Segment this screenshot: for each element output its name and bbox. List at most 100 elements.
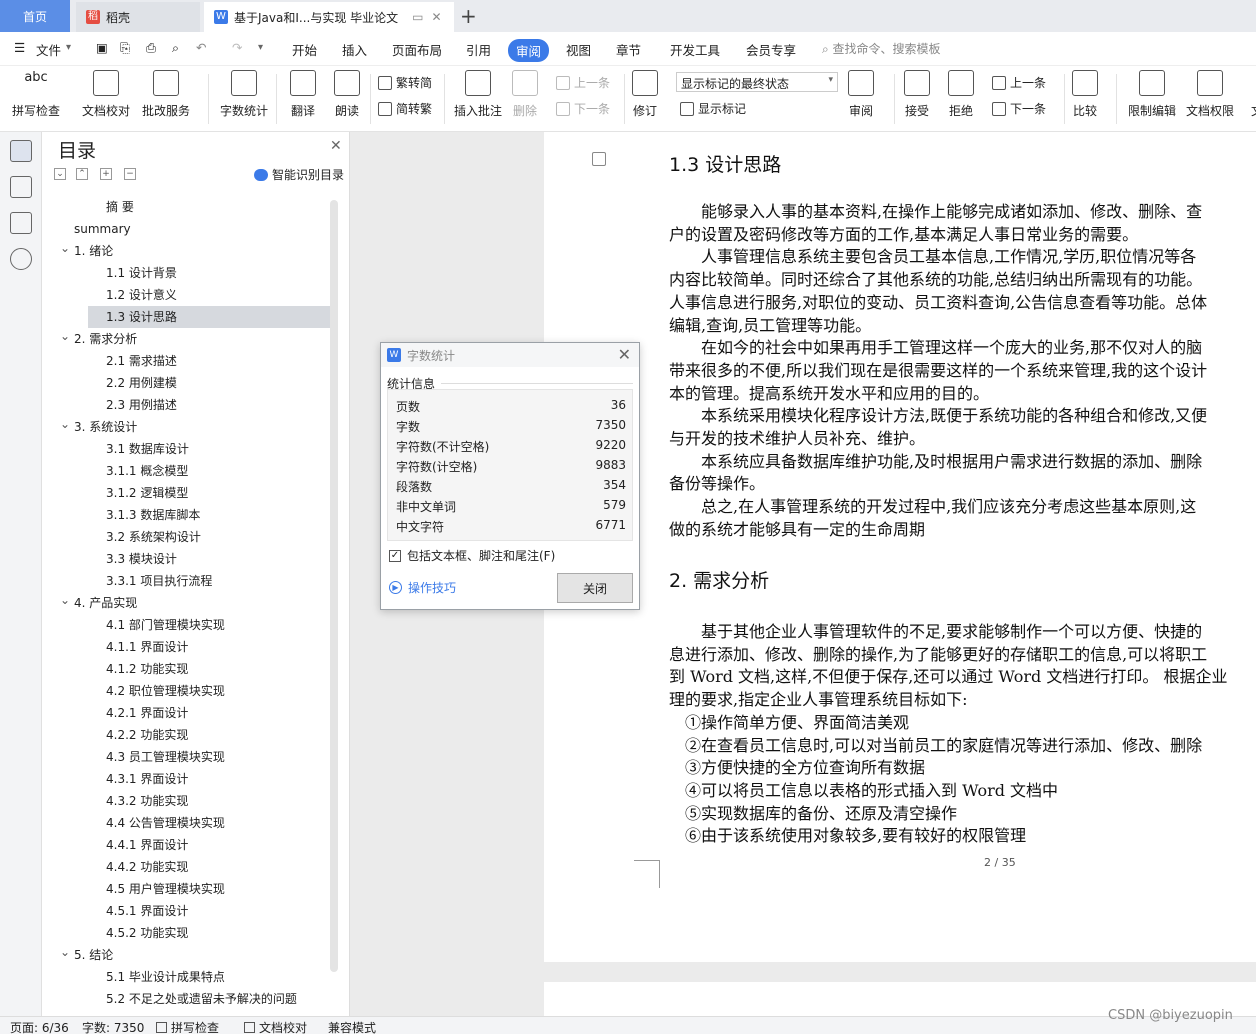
menu-reference[interactable]: 引用 xyxy=(466,40,491,59)
menu-start[interactable]: 开始 xyxy=(292,40,317,59)
toc-item[interactable]: 摘 要 xyxy=(106,196,134,218)
menu-insert[interactable]: 插入 xyxy=(342,40,367,59)
add-entry-icon[interactable]: + xyxy=(100,168,112,180)
structure-nav-icon[interactable] xyxy=(10,176,32,198)
spell-check-status[interactable]: 拼写检查 xyxy=(156,1019,219,1036)
simp-to-trad-button[interactable]: 简转繁 xyxy=(378,100,432,117)
toc-item[interactable]: 2.2 用例建模 xyxy=(106,372,177,394)
toc-item[interactable]: 5.2 不足之处或遗留未予解决的问题 xyxy=(106,988,297,1004)
document-page[interactable]: 1.3 设计思路 能够录入人事的基本资料,在操作上能够完成诸如添加、修改、删除、… xyxy=(544,132,1256,962)
toc-item[interactable]: 4. 产品实现 xyxy=(74,592,137,614)
toc-item[interactable]: 3.1.2 逻辑模型 xyxy=(106,482,188,504)
toc-item[interactable]: 5.1 毕业设计成果特点 xyxy=(106,966,225,988)
markup-mode-select[interactable]: 显示标记的最终状态 ▾ xyxy=(676,72,838,92)
word-count-indicator[interactable]: 字数: 7350 xyxy=(82,1019,144,1036)
toc-item[interactable]: 4.3 员工管理模块实现 xyxy=(106,746,225,768)
toc-item[interactable]: 3. 系统设计 xyxy=(74,416,137,438)
chevron-down-icon[interactable]: ⌄ xyxy=(60,589,70,611)
toc-item[interactable]: 2.3 用例描述 xyxy=(106,394,177,416)
collapse-all-icon[interactable]: ⌄ xyxy=(54,168,66,180)
toc-item[interactable]: 4.5 用户管理模块实现 xyxy=(106,878,225,900)
page-indicator[interactable]: 页面: 6/36 xyxy=(10,1019,69,1036)
menu-review[interactable]: 审阅 xyxy=(508,39,550,62)
toc-item[interactable]: 5. 结论 xyxy=(74,944,113,966)
toc-nav-icon[interactable] xyxy=(10,140,32,162)
toc-item[interactable]: 4.4.1 界面设计 xyxy=(106,834,188,856)
tab-pin-icon[interactable]: ▭ xyxy=(412,10,423,24)
toc-item[interactable]: 3.1 数据库设计 xyxy=(106,438,189,460)
toc-item[interactable]: 4.5.1 界面设计 xyxy=(106,900,188,922)
menu-view[interactable]: 视图 xyxy=(566,40,591,59)
translate-button[interactable]: 翻译 xyxy=(290,70,316,119)
close-button[interactable]: 关闭 xyxy=(557,573,633,603)
toc-item[interactable]: 4.2.1 界面设计 xyxy=(106,702,188,724)
toc-item[interactable]: 4.2.2 功能实现 xyxy=(106,724,188,746)
menu-devtools[interactable]: 开发工具 xyxy=(670,40,720,59)
tab-document[interactable]: W 基于Java和I...与实现 毕业论文 ▭ ✕ xyxy=(204,2,454,32)
word-count-button[interactable]: 字数统计 xyxy=(220,70,268,119)
reject-button[interactable]: 拒绝 xyxy=(948,70,974,119)
menu-chapter[interactable]: 章节 xyxy=(616,40,641,59)
trad-to-simp-button[interactable]: 繁转简 xyxy=(378,74,432,91)
toc-item[interactable]: 3.3 模块设计 xyxy=(106,548,177,570)
toc-item[interactable]: 4.4.2 功能实现 xyxy=(106,856,188,878)
compare-button[interactable]: 比较 xyxy=(1072,70,1098,119)
tab-close-icon[interactable]: ✕ xyxy=(432,10,442,24)
close-icon[interactable]: ✕ xyxy=(618,345,631,364)
toc-item[interactable]: 4.3.2 功能实现 xyxy=(106,790,188,812)
search-icon[interactable] xyxy=(10,248,32,270)
chevron-down-icon[interactable]: ⌄ xyxy=(60,413,70,435)
chevron-down-icon[interactable]: ▾ xyxy=(66,42,71,53)
quick-access-more-icon[interactable]: ▾ xyxy=(258,42,263,53)
redo-icon[interactable]: ↷ xyxy=(232,40,242,55)
more-ribbon-button[interactable]: 文 xyxy=(1244,70,1256,119)
save-icon[interactable]: ▣ xyxy=(96,40,108,55)
undo-icon[interactable]: ↶ xyxy=(196,40,206,55)
menu-file[interactable]: 文件 xyxy=(36,40,61,59)
toc-item[interactable]: summary xyxy=(74,218,131,240)
toc-item[interactable]: 1.2 设计意义 xyxy=(106,284,177,306)
expand-up-icon[interactable]: ⌃ xyxy=(76,168,88,180)
include-textbox-checkbox[interactable]: ✓ 包括文本框、脚注和尾注(F) xyxy=(389,547,555,564)
insert-comment-button[interactable]: 插入批注 xyxy=(454,70,502,119)
print-preview-icon[interactable]: ⌕ xyxy=(172,40,179,56)
toc-item[interactable]: 3.1.3 数据库脚本 xyxy=(106,504,200,526)
tab-home[interactable]: 首页 xyxy=(0,0,70,32)
delete-comment-button[interactable]: 删除 xyxy=(512,70,538,119)
remove-entry-icon[interactable]: − xyxy=(124,168,136,180)
tips-link[interactable]: ▶ 操作技巧 xyxy=(389,579,456,596)
toc-item[interactable]: 4.4 公告管理模块实现 xyxy=(106,812,225,834)
annot-service-button[interactable]: 批改服务 xyxy=(142,70,190,119)
toc-item[interactable]: 1.1 设计背景 xyxy=(106,262,177,284)
toc-item[interactable]: 1. 绪论 xyxy=(74,240,113,262)
restrict-edit-button[interactable]: 限制编辑 xyxy=(1128,70,1176,119)
toc-item[interactable]: 4.1.1 界面设计 xyxy=(106,636,188,658)
accept-button[interactable]: 接受 xyxy=(904,70,930,119)
export-pdf-icon[interactable]: ⎘ xyxy=(120,40,130,56)
command-search[interactable]: ⌕ 查找命令、搜索模板 xyxy=(822,40,941,57)
chevron-down-icon[interactable]: ⌄ xyxy=(60,941,70,963)
revise-button[interactable]: 修订 xyxy=(632,70,658,119)
prev-comment-button[interactable]: 上一条 xyxy=(556,74,610,91)
page-options-icon[interactable] xyxy=(592,152,606,166)
hamburger-icon[interactable]: ☰ xyxy=(14,40,25,55)
toc-item[interactable]: 4.1.2 功能实现 xyxy=(106,658,188,680)
new-tab-button[interactable]: + xyxy=(460,4,477,28)
next-comment-button[interactable]: 下一条 xyxy=(556,100,610,117)
bookmark-icon[interactable] xyxy=(10,212,32,234)
doc-check-status[interactable]: 文档校对 xyxy=(244,1019,307,1036)
toc-item[interactable]: 4.3.1 界面设计 xyxy=(106,768,188,790)
toc-item[interactable]: 4.2 职位管理模块实现 xyxy=(106,680,225,702)
toc-item[interactable]: 2. 需求分析 xyxy=(74,328,137,350)
dialog-titlebar[interactable]: W 字数统计 xyxy=(381,343,639,367)
print-icon[interactable]: ⎙ xyxy=(146,40,156,56)
spell-check-button[interactable]: abc 拼写检查 xyxy=(12,70,60,119)
toc-item[interactable]: 3.2 系统架构设计 xyxy=(106,526,201,548)
prev-change-button[interactable]: 上一条 xyxy=(992,74,1046,91)
toc-item[interactable]: 1.3 设计思路 xyxy=(88,306,330,328)
menu-layout[interactable]: 页面布局 xyxy=(392,40,442,59)
toc-item[interactable]: 3.1.1 概念模型 xyxy=(106,460,188,482)
next-change-button[interactable]: 下一条 xyxy=(992,100,1046,117)
toc-scrollbar[interactable] xyxy=(330,200,338,972)
menu-vip[interactable]: 会员专享 xyxy=(746,40,796,59)
